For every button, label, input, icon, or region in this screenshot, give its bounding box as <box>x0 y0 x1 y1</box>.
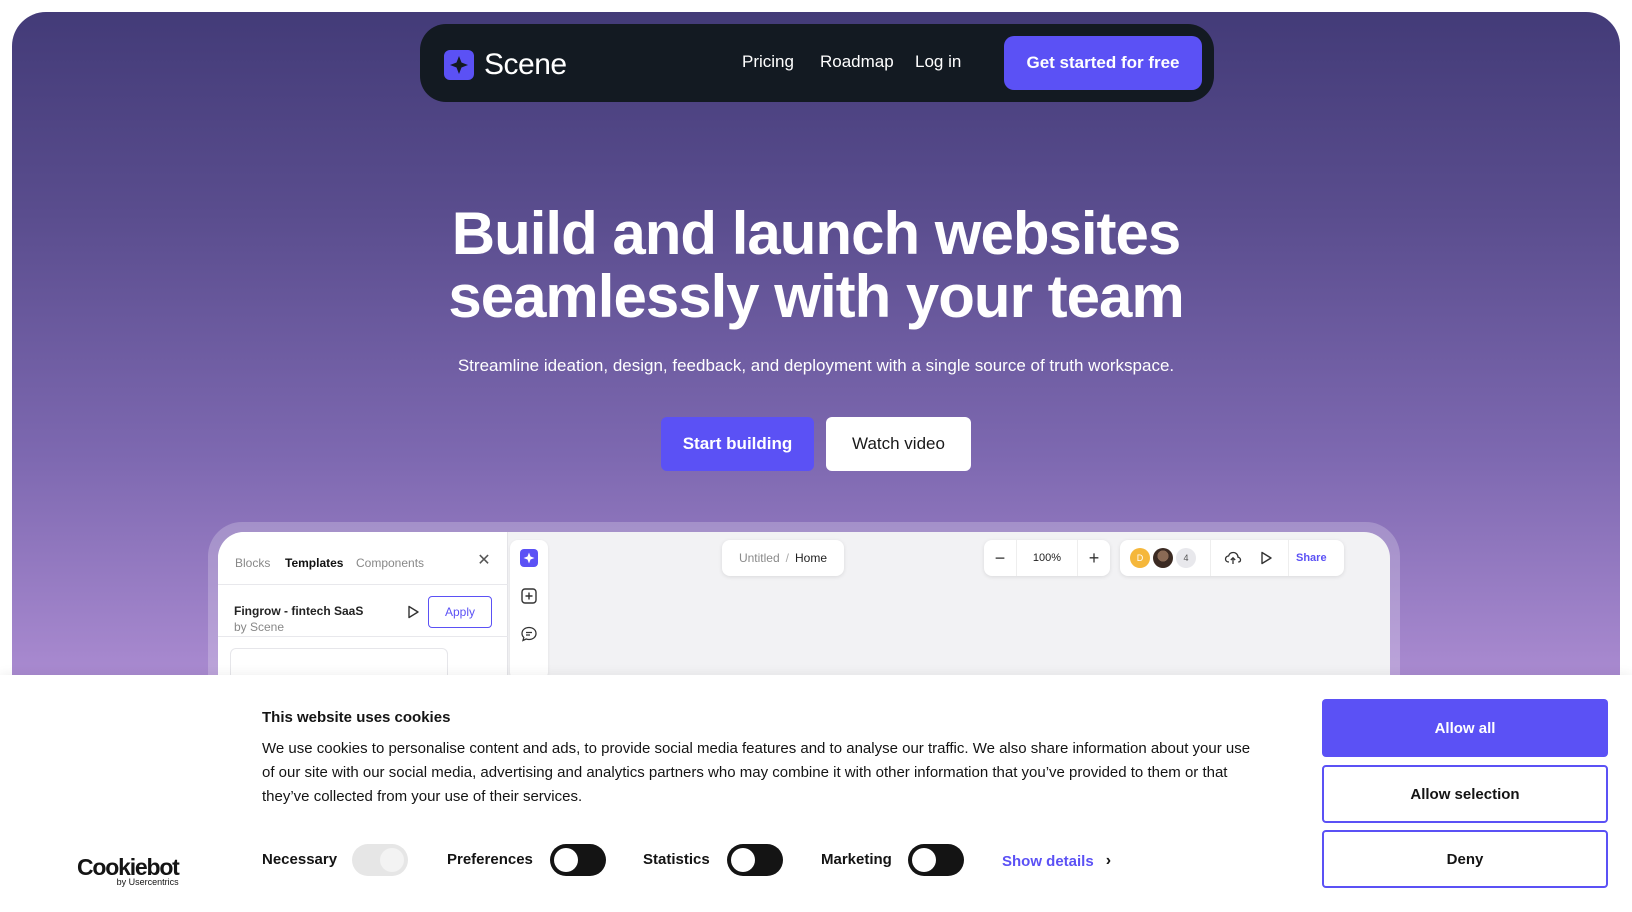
toggle-marketing[interactable] <box>908 844 964 876</box>
breadcrumb: Untitled / Home <box>722 540 844 576</box>
cloud-sync-icon[interactable] <box>1224 549 1242 567</box>
brand-name: Scene <box>484 48 567 81</box>
template-name: Fingrow - fintech SaaS <box>234 604 364 618</box>
allow-all-button[interactable]: Allow all <box>1322 699 1608 757</box>
zoom-level[interactable]: 100% <box>1016 540 1078 576</box>
tab-components[interactable]: Components <box>356 556 424 570</box>
toggle-knob <box>380 848 404 872</box>
toggle-preferences[interactable] <box>550 844 606 876</box>
consent-label-preferences: Preferences <box>447 851 533 868</box>
nav-link-login[interactable]: Log in <box>915 52 961 72</box>
avatar[interactable] <box>1153 548 1173 568</box>
toggle-necessary <box>352 844 408 876</box>
zoom-control: − 100% + <box>984 540 1110 576</box>
divider <box>218 636 508 637</box>
chevron-right-icon: › <box>1105 852 1112 869</box>
tab-templates[interactable]: Templates <box>285 556 343 570</box>
hero-title-line-2: seamlessly with your team <box>448 263 1184 330</box>
hero-title: Build and launch websites seamlessly wit… <box>12 202 1620 328</box>
play-icon[interactable] <box>405 604 421 620</box>
consent-label-necessary: Necessary <box>262 851 338 868</box>
close-icon[interactable]: ✕ <box>475 550 493 569</box>
cookie-title: This website uses cookies <box>262 709 451 726</box>
scene-logo-icon <box>444 50 474 80</box>
toggle-knob <box>912 848 936 872</box>
hero-title-line-1: Build and launch websites <box>451 200 1181 267</box>
brand-logo[interactable]: Scene <box>444 48 567 82</box>
nav-link-pricing[interactable]: Pricing <box>742 52 794 72</box>
tab-blocks[interactable]: Blocks <box>235 556 270 570</box>
scene-logo-icon[interactable] <box>520 549 538 567</box>
divider <box>218 584 508 585</box>
minus-icon[interactable]: − <box>984 540 1016 576</box>
breadcrumb-separator: / <box>785 551 789 565</box>
consent-label-statistics: Statistics <box>643 851 710 868</box>
toggle-statistics[interactable] <box>727 844 783 876</box>
cookiebot-logo: Cookiebot by Usercentrics <box>77 854 180 888</box>
cookie-body: We use cookies to personalise content an… <box>262 740 1251 805</box>
comment-icon[interactable] <box>520 625 538 643</box>
cookiebot-logo-text: Cookiebot <box>77 854 180 880</box>
divider <box>1210 540 1211 576</box>
consent-label-marketing: Marketing <box>821 851 892 868</box>
breadcrumb-file[interactable]: Untitled <box>739 551 780 565</box>
start-building-button[interactable]: Start building <box>661 417 814 471</box>
get-started-button[interactable]: Get started for free <box>1004 36 1202 90</box>
show-details-link[interactable]: Show details › <box>1002 852 1111 870</box>
breadcrumb-page[interactable]: Home <box>795 551 827 565</box>
allow-selection-button[interactable]: Allow selection <box>1322 765 1608 823</box>
toggle-knob <box>731 848 755 872</box>
toggle-knob <box>554 848 578 872</box>
divider <box>1288 540 1289 576</box>
hero-subtitle: Streamline ideation, design, feedback, a… <box>457 356 1175 375</box>
template-author: by Scene <box>234 620 285 634</box>
share-button[interactable]: Share <box>1296 552 1327 564</box>
watch-video-button[interactable]: Watch video <box>826 417 971 471</box>
play-icon[interactable] <box>1258 550 1274 566</box>
add-block-icon[interactable] <box>520 587 538 605</box>
cookie-banner: Cookiebot by Usercentrics This website u… <box>0 675 1632 912</box>
collaboration-bar: D 4 Share <box>1120 540 1344 576</box>
vertical-toolbar <box>510 540 548 680</box>
nav-link-roadmap[interactable]: Roadmap <box>820 52 894 72</box>
apply-button[interactable]: Apply <box>428 596 492 628</box>
avatar[interactable]: D <box>1130 548 1150 568</box>
show-details-label: Show details <box>1002 852 1094 870</box>
collaborator-count[interactable]: 4 <box>1176 548 1196 568</box>
deny-button[interactable]: Deny <box>1322 830 1608 888</box>
top-nav: Scene Pricing Roadmap Log in Get started… <box>420 24 1214 102</box>
plus-icon[interactable]: + <box>1078 540 1110 576</box>
